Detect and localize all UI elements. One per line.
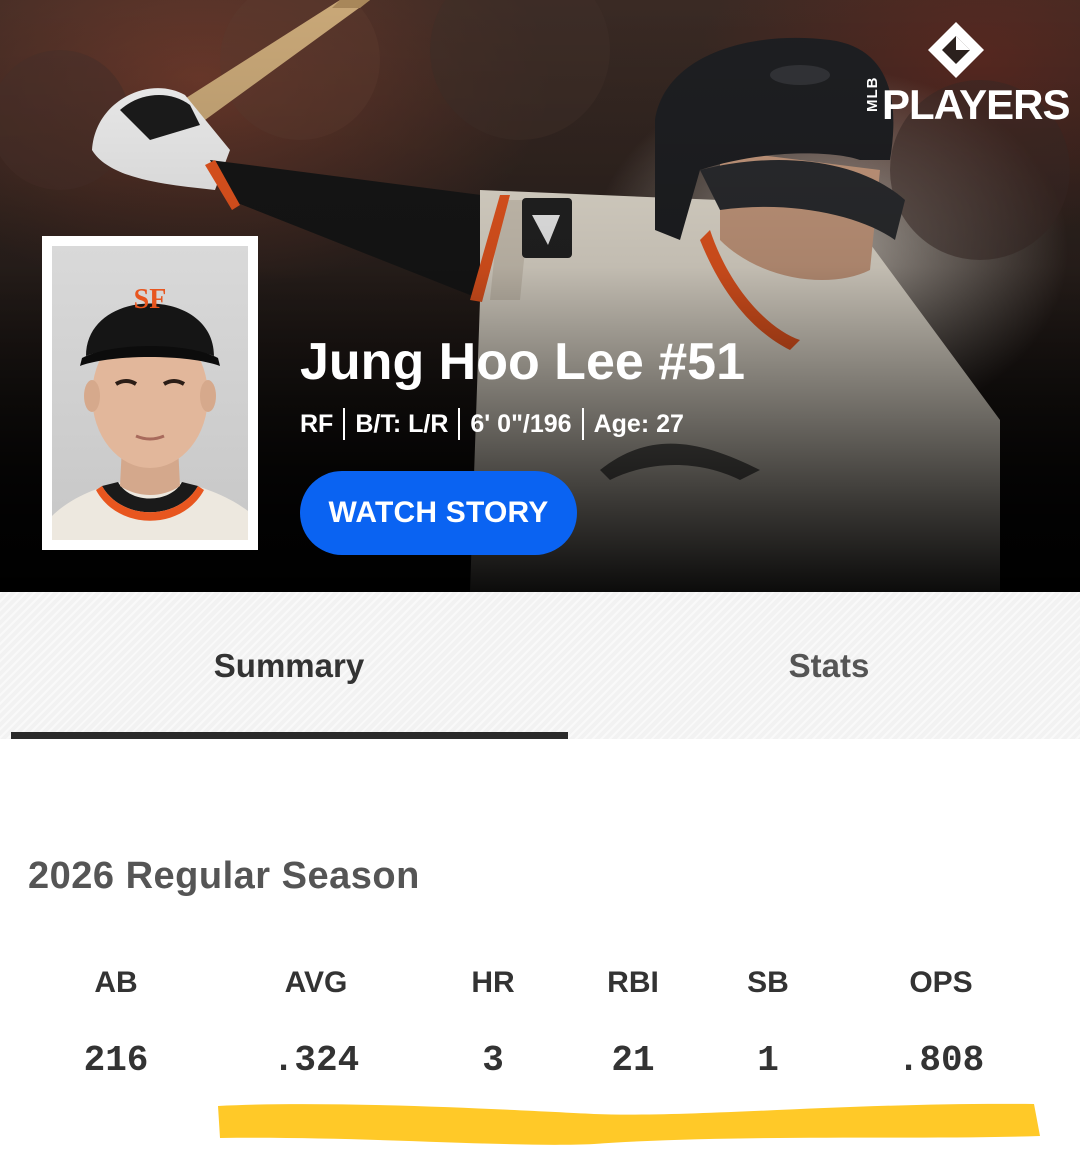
tab-stats[interactable]: Stats [570,592,1080,739]
stat-header-sb: SB [747,966,789,999]
watch-story-button[interactable]: WATCH STORY [300,471,577,555]
mlb-players-logo[interactable]: MLB PLAYERS [860,20,1071,130]
stat-value-ops: .808 [897,1040,985,1081]
player-bats-throws: B/T: L/R [355,410,449,438]
player-height-weight: 6' 0"/196 [470,410,572,438]
headshot-portrait: SF [52,284,248,540]
active-tab-indicator [11,732,568,739]
svg-text:SF: SF [134,284,167,315]
stat-value-sb: 1 [757,1040,779,1081]
profile-tabs: Summary Stats [0,592,1080,739]
logo-mlb-text: MLB [864,76,881,113]
player-name: Jung Hoo Lee #51 [300,333,745,391]
bio-divider [581,408,584,440]
tab-summary[interactable]: Summary [11,592,567,739]
stat-header-ab: AB [94,966,138,999]
stat-header-avg: AVG [284,966,348,999]
bio-divider [343,408,346,440]
mlbpa-diamond-icon [928,22,984,78]
player-hero-banner: MLB PLAYERS SF Jung Hoo Lee #51 RF B/T: … [0,0,1080,592]
stat-value-hr: 3 [482,1040,504,1081]
season-title: 2026 Regular Season [28,855,420,897]
stat-value-avg: .324 [272,1040,360,1081]
player-headshot-frame: SF [42,236,258,550]
tab-stats-label: Stats [788,646,870,684]
stat-header-hr: HR [471,966,515,999]
highlight-marker-stroke [218,1103,1040,1145]
player-position: RF [300,410,334,438]
stat-value-ab: 216 [83,1040,149,1081]
logo-players-text: PLAYERS [882,81,1071,128]
tab-summary-label: Summary [213,646,365,684]
player-age: Age: 27 [593,410,684,438]
stat-header-ops: OPS [909,966,973,999]
bio-divider [458,408,461,440]
player-bio-line: RF B/T: L/R 6' 0"/196 Age: 27 [300,406,684,442]
player-headshot: SF [52,246,248,540]
